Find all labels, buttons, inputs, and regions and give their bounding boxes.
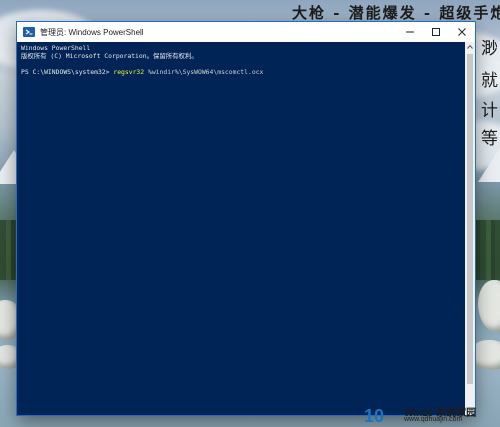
wallpaper-calligraphy-text: 大枪 - 潜能爆发 - 超级手炮 - xyxy=(292,4,500,22)
watermark-url: www.qdhuajin.com xyxy=(404,416,463,423)
close-button[interactable] xyxy=(449,22,475,42)
wallpaper-side-char: 等 xyxy=(481,129,498,149)
console-output[interactable]: Windows PowerShell 版权所有 (C) Microsoft Co… xyxy=(21,42,465,415)
close-icon xyxy=(458,28,466,36)
console-line-copyright: 版权所有 (C) Microsoft Corporation。保留所有权利。 xyxy=(21,52,198,60)
vertical-scrollbar[interactable] xyxy=(465,42,475,415)
scroll-thumb[interactable] xyxy=(467,54,473,384)
maximize-button[interactable] xyxy=(423,22,449,42)
maximize-icon xyxy=(432,28,440,36)
console-command-line: PS C:\WINDOWS\system32> regsvr32 %windir… xyxy=(21,68,465,76)
console-argument: %windir%\SysWOW64\mscomctl.ocx xyxy=(144,68,264,76)
wallpaper-side-char: 计 xyxy=(481,101,498,121)
minimize-icon xyxy=(406,31,414,33)
site-watermark: 10 Win10 系统家园 www.qdhuajin.com xyxy=(356,406,496,427)
console-line-header: Windows PowerShell xyxy=(21,44,91,52)
watermark-logo: 10 xyxy=(364,406,385,426)
powershell-window[interactable]: 管理员: Windows PowerShell Windows PowerShe… xyxy=(17,22,475,415)
wallpaper-side-char: 渺 xyxy=(481,39,498,59)
chevron-up-icon xyxy=(467,44,473,49)
wallpaper-side-char: 就 xyxy=(481,71,498,91)
scroll-up-button[interactable] xyxy=(465,42,475,52)
title-bar[interactable]: 管理员: Windows PowerShell xyxy=(17,22,475,42)
console-prompt: PS C:\WINDOWS\system32> xyxy=(21,68,114,76)
window-title: 管理员: Windows PowerShell xyxy=(40,27,144,37)
console-command: regsvr32 xyxy=(113,68,145,76)
powershell-icon xyxy=(23,27,35,37)
minimize-button[interactable] xyxy=(397,22,423,42)
